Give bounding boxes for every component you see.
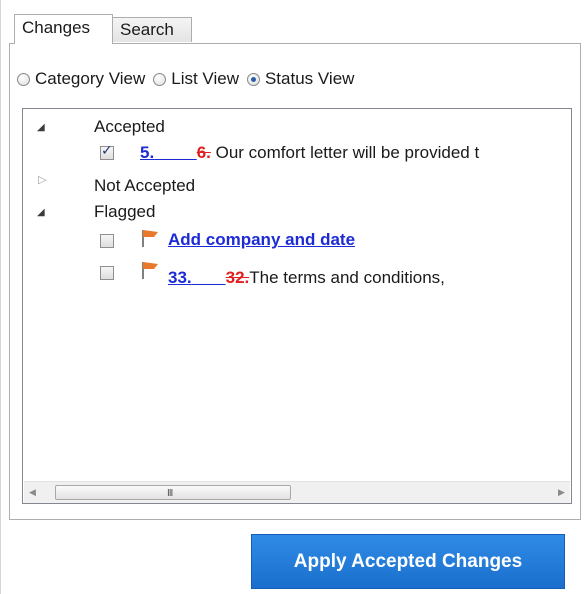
group-flagged[interactable]: Flagged <box>94 201 155 223</box>
status-view-option[interactable]: Status View <box>246 69 355 89</box>
tab-changes[interactable]: Changes <box>14 14 113 44</box>
flag-icon[interactable] <box>140 260 160 280</box>
item-checkbox[interactable] <box>100 266 114 280</box>
item-checkbox[interactable] <box>100 142 114 160</box>
category-view-radio[interactable] <box>17 72 30 86</box>
scrollbar-thumb[interactable]: III <box>55 485 291 500</box>
expand-down-icon[interactable]: ◢ <box>37 122 45 133</box>
change-link[interactable]: Add company and date <box>168 230 355 249</box>
change-text: The terms and conditions, <box>249 268 445 287</box>
horizontal-scrollbar[interactable]: ◀ III ▶ <box>24 481 570 503</box>
expand-right-icon[interactable]: ▷ <box>38 173 46 186</box>
expand-down-icon[interactable]: ◢ <box>37 207 45 218</box>
change-item[interactable]: 5. 6. Our comfort letter will be provide… <box>140 142 479 164</box>
underline-gap <box>192 268 226 287</box>
grip-icon: III <box>167 488 173 499</box>
group-accepted[interactable]: Accepted <box>94 116 165 138</box>
category-view-label: Category View <box>35 69 146 88</box>
status-view-label: Status View <box>264 69 355 88</box>
flag-icon[interactable] <box>140 228 160 248</box>
view-options: Category View List View Status View <box>17 66 362 92</box>
category-view-option[interactable]: Category View <box>17 69 145 89</box>
item-checkbox[interactable] <box>100 234 114 248</box>
underline-gap <box>154 143 197 162</box>
status-view-radio[interactable] <box>246 72 260 86</box>
change-item[interactable]: Add company and date <box>168 229 355 251</box>
list-view-radio[interactable] <box>153 72 167 86</box>
window-border <box>0 0 1 594</box>
change-item[interactable]: 33. 32.The terms and conditions, <box>168 267 445 289</box>
new-number-link[interactable]: 33. <box>168 268 192 287</box>
scroll-right-icon[interactable]: ▶ <box>553 482 570 503</box>
change-text: Our comfort letter will be provided t <box>215 143 480 162</box>
deleted-number: 6. <box>196 143 211 162</box>
scroll-left-icon[interactable]: ◀ <box>24 482 41 503</box>
list-view-label: List View <box>171 69 239 88</box>
tab-search[interactable]: Search <box>112 17 192 42</box>
list-view-option[interactable]: List View <box>153 69 239 89</box>
apply-accepted-changes-button[interactable]: Apply Accepted Changes <box>251 534 565 589</box>
deleted-number: 32. <box>225 268 250 287</box>
group-not-accepted[interactable]: Not Accepted <box>94 175 195 197</box>
changes-tree[interactable]: ◢ Accepted 5. 6. Our comfort letter will… <box>22 108 572 504</box>
new-number-link[interactable]: 5. <box>140 143 154 162</box>
